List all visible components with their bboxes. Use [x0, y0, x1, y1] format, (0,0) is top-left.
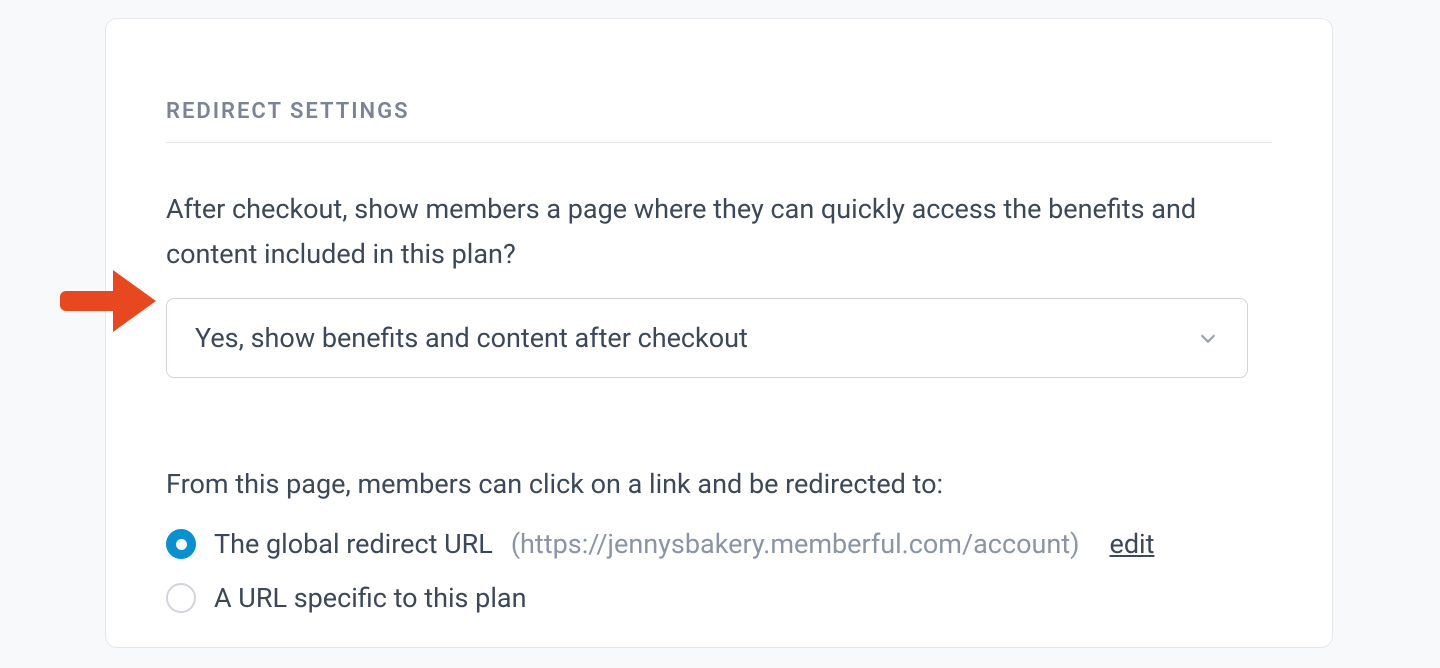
redirect-description: From this page, members can click on a l… — [166, 468, 1272, 500]
radio-plan-specific-url[interactable] — [166, 583, 196, 613]
section-title: REDIRECT SETTINGS — [166, 99, 1272, 143]
redirect-radio-group: The global redirect URL (https://jennysb… — [166, 528, 1272, 614]
checkout-question: After checkout, show members a page wher… — [166, 187, 1272, 276]
radio-global-url-text: (https://jennysbakery.memberful.com/acco… — [511, 528, 1080, 560]
radio-specific-label: A URL specific to this plan — [214, 582, 527, 614]
select-value: Yes, show benefits and content after che… — [195, 322, 1197, 354]
radio-global-label: The global redirect URL — [214, 528, 493, 560]
edit-global-url-link[interactable]: edit — [1110, 528, 1155, 560]
show-benefits-select[interactable]: Yes, show benefits and content after che… — [166, 298, 1248, 378]
chevron-down-icon — [1197, 327, 1219, 349]
radio-row-specific: A URL specific to this plan — [166, 582, 1272, 614]
radio-row-global: The global redirect URL (https://jennysb… — [166, 528, 1272, 560]
redirect-settings-card: REDIRECT SETTINGS After checkout, show m… — [105, 18, 1333, 648]
radio-global-url[interactable] — [166, 529, 196, 559]
